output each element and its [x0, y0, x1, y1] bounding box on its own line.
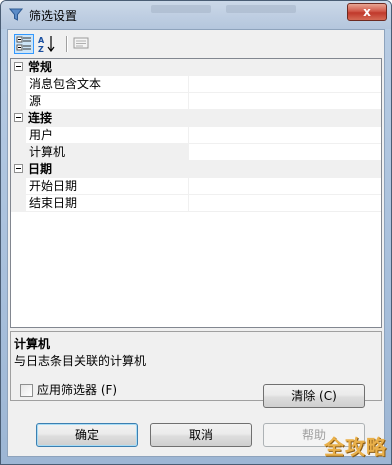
row-gutter	[11, 195, 26, 212]
ok-button[interactable]: 确定	[36, 423, 138, 447]
category-general[interactable]: 常规	[11, 59, 381, 76]
property-row-message-text[interactable]: 消息包含文本	[11, 76, 381, 93]
property-name: 源	[26, 93, 189, 110]
property-pages-button[interactable]	[72, 34, 92, 54]
property-value-field[interactable]	[189, 127, 381, 144]
help-title: 计算机	[14, 337, 51, 351]
window-title: 筛选设置	[29, 9, 78, 23]
background-blur	[151, 5, 211, 13]
help-description: 与日志条目关联的计算机	[14, 354, 147, 368]
property-value-field[interactable]	[189, 93, 381, 110]
cancel-button[interactable]: 取消	[150, 423, 252, 447]
apply-filter-checkbox[interactable]	[20, 384, 33, 397]
collapse-icon[interactable]	[14, 164, 23, 173]
property-row-user[interactable]: 用户	[11, 127, 381, 144]
background-blur	[226, 5, 296, 13]
svg-text:A: A	[38, 36, 45, 45]
row-gutter	[11, 144, 26, 161]
apply-filter-label[interactable]: 应用筛选器 (F)	[37, 383, 117, 398]
alphabetical-button[interactable]: A Z	[37, 34, 57, 54]
property-value-field[interactable]	[189, 178, 381, 195]
property-row-source[interactable]: 源	[11, 93, 381, 110]
row-gutter	[11, 76, 26, 93]
filter-settings-window: 筛选设置 x A Z 常规 消息包含文本 源 连接 用户 计算机 日期 开始日期…	[0, 0, 392, 465]
watermark-logo: 全攻略	[324, 435, 387, 459]
categorized-icon	[16, 36, 31, 51]
property-grid-toolbar: A Z	[10, 32, 382, 56]
category-label: 常规	[28, 60, 53, 74]
collapse-icon[interactable]	[14, 113, 23, 122]
row-gutter	[11, 93, 26, 110]
filter-icon	[9, 8, 23, 21]
close-button[interactable]: x	[347, 3, 387, 21]
alphabetical-icon: A Z	[38, 36, 55, 54]
property-row-computer[interactable]: 计算机	[11, 144, 381, 161]
clear-button[interactable]: 清除 (C)	[263, 384, 365, 408]
close-icon: x	[363, 5, 371, 19]
collapse-icon[interactable]	[14, 62, 23, 71]
property-pages-icon	[73, 37, 89, 49]
dialog-client-area: A Z 常规 消息包含文本 源 连接 用户 计算机 日期 开始日期 结束日期 计…	[7, 29, 385, 457]
property-value-field[interactable]	[189, 76, 381, 93]
property-name: 用户	[26, 127, 189, 144]
property-name: 计算机	[26, 144, 189, 161]
property-name: 开始日期	[26, 178, 189, 195]
categorized-button[interactable]	[14, 34, 34, 54]
property-row-end-date[interactable]: 结束日期	[11, 195, 381, 212]
property-row-start-date[interactable]: 开始日期	[11, 178, 381, 195]
row-gutter	[11, 127, 26, 144]
svg-text:Z: Z	[38, 45, 44, 54]
category-date[interactable]: 日期	[11, 161, 381, 178]
property-name: 消息包含文本	[26, 76, 189, 93]
property-grid[interactable]: 常规 消息包含文本 源 连接 用户 计算机 日期 开始日期 结束日期	[10, 58, 382, 328]
category-label: 日期	[28, 162, 53, 176]
property-value-field[interactable]	[189, 195, 381, 212]
property-name: 结束日期	[26, 195, 189, 212]
toolbar-separator	[66, 36, 68, 52]
row-gutter	[11, 178, 26, 195]
title-bar[interactable]: 筛选设置 x	[1, 1, 391, 29]
property-value-field[interactable]	[189, 144, 381, 161]
category-label: 连接	[28, 111, 53, 125]
category-connection[interactable]: 连接	[11, 110, 381, 127]
